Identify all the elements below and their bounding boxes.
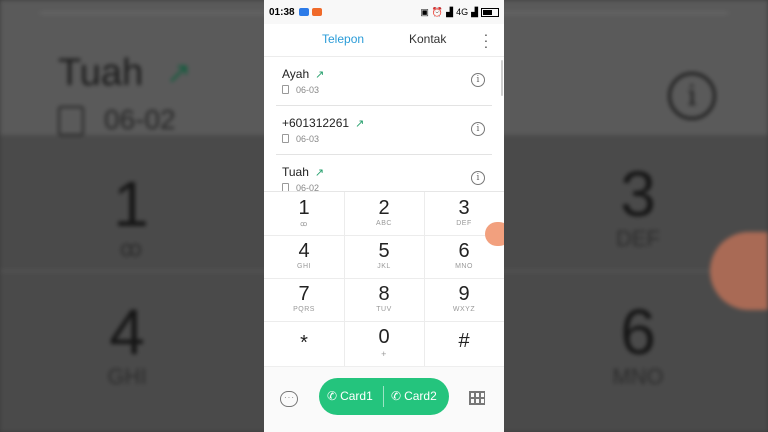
call-log-item[interactable]: Tuah ↗ 06-02 i	[276, 155, 492, 192]
status-bar: 01:38 ▣ ⏰ ▟ 4G ▟	[264, 0, 504, 24]
key-digit: 0	[378, 326, 390, 348]
key-5[interactable]: 5 JKL	[344, 235, 424, 278]
call-divider	[383, 386, 384, 407]
key-star[interactable]: *	[264, 321, 344, 364]
bg-key-3: 3 DEF	[616, 158, 660, 251]
call-button-group: ✆ Card1 ✆ Card2	[319, 378, 449, 415]
bg-key-1: 1ꝏ	[113, 168, 149, 261]
dial-keypad: 1ꝏ 2 ABC 3 DEF 4 GHI 5 JKL 6 MNO 7 PQRS 8 TUV 9…	[264, 191, 504, 366]
call-log-list[interactable]: Ayah ↗ 06-03 i +601312261 ↗ 06-03 i Tuah ↗ …	[264, 57, 504, 192]
key-1[interactable]: 1ꝏ	[264, 192, 344, 235]
signal-icon: ▟	[446, 6, 454, 17]
phone-screen: 01:38 ▣ ⏰ ▟ 4G ▟ Telepon Kontak · · · Ayah…	[264, 0, 504, 432]
outgoing-call-icon: ↗	[314, 167, 325, 179]
bg-contact-name: Tuah	[58, 52, 144, 94]
key-digit: 2	[378, 197, 390, 219]
key-7[interactable]: 7 PQRS	[264, 278, 344, 321]
sim-card-icon	[282, 85, 289, 94]
bg-call-date: 06-02	[104, 104, 176, 135]
sim-card-icon	[282, 134, 289, 143]
key-letters: TUV	[376, 306, 392, 313]
info-icon[interactable]: i	[471, 171, 485, 185]
tab-bar: Telepon Kontak · · ·	[264, 24, 504, 57]
key-letters: +	[381, 349, 387, 359]
key-0[interactable]: 0 +	[344, 321, 424, 364]
status-icons: ▣ ⏰ ▟ 4G ▟	[420, 7, 499, 18]
network-type: 4G	[456, 7, 469, 17]
signal-bars-icon: ▟	[471, 6, 478, 17]
contact-name: Tuah	[282, 165, 309, 179]
call-date: 06-03	[296, 85, 320, 95]
bg-key-6: 6 MNO	[612, 296, 664, 389]
key-digit: *	[300, 332, 308, 354]
weibo-notification-icon	[311, 8, 322, 16]
key-digit: 5	[378, 240, 390, 262]
status-time: 01:38	[269, 6, 295, 18]
keypad-toggle-icon[interactable]	[469, 391, 485, 405]
contact-name: Ayah	[282, 67, 310, 81]
key-letters: ABC	[376, 220, 392, 227]
battery-icon	[481, 7, 499, 17]
bg-outgoing-arrow-icon: ↗	[166, 57, 192, 90]
tab-kontak[interactable]: Kontak	[409, 32, 446, 46]
call-log-item[interactable]: Ayah ↗ 06-03 i	[276, 57, 492, 106]
key-letters: JKL	[377, 263, 391, 270]
phone-icon: ✆	[391, 389, 402, 403]
card2-label: Card2	[404, 389, 437, 403]
alarm-icon: ⏰	[431, 6, 444, 17]
key-4[interactable]: 4 GHI	[264, 235, 344, 278]
key-digit: 4	[298, 240, 310, 262]
key-letters: GHI	[297, 263, 311, 270]
message-notification-icon	[298, 8, 309, 16]
floating-assist-button[interactable]	[485, 222, 504, 246]
info-icon[interactable]: i	[471, 73, 485, 87]
info-icon[interactable]: i	[471, 122, 485, 136]
bg-sim-icon	[58, 106, 84, 136]
call-card2-button[interactable]: ✆ Card2	[391, 378, 437, 415]
key-2[interactable]: 2 ABC	[344, 192, 424, 235]
nfc-icon: ▣	[420, 6, 429, 17]
key-letters: MNO	[455, 263, 473, 270]
key-9[interactable]: 9 WXYZ	[424, 278, 504, 321]
outgoing-call-icon: ↗	[315, 69, 325, 81]
key-digit: 3	[458, 197, 470, 219]
key-letters: WXYZ	[452, 306, 476, 313]
scrollbar[interactable]	[501, 60, 503, 96]
key-digit: 9	[458, 283, 470, 305]
key-hash[interactable]: #	[424, 321, 504, 364]
bottom-action-bar: ··· ✆ Card1 ✆ Card2	[264, 366, 504, 432]
call-date: 06-03	[296, 134, 320, 144]
voicemail-icon: ꝏ	[300, 221, 308, 228]
key-8[interactable]: 8 TUV	[344, 278, 424, 321]
message-icon[interactable]: ···	[280, 391, 298, 407]
bg-key-4: 4 GHI	[107, 296, 147, 389]
tab-telepon[interactable]: Telepon	[322, 32, 364, 46]
bg-floating-button	[710, 232, 768, 310]
call-card1-button[interactable]: ✆ Card1	[327, 378, 373, 415]
key-digit: 8	[378, 283, 390, 305]
key-digit: 1	[298, 197, 310, 219]
more-menu-icon[interactable]: · · ·	[480, 27, 492, 53]
outgoing-call-icon: ↗	[355, 118, 365, 130]
card1-label: Card1	[340, 389, 373, 403]
key-letters: PQRS	[293, 306, 315, 313]
bg-info-icon: i	[668, 72, 716, 120]
phone-icon: ✆	[327, 389, 338, 403]
contact-name: +601312261	[282, 116, 350, 130]
key-digit: #	[458, 330, 470, 352]
key-digit: 7	[298, 283, 310, 305]
call-log-item[interactable]: +601312261 ↗ 06-03 i	[276, 106, 492, 155]
